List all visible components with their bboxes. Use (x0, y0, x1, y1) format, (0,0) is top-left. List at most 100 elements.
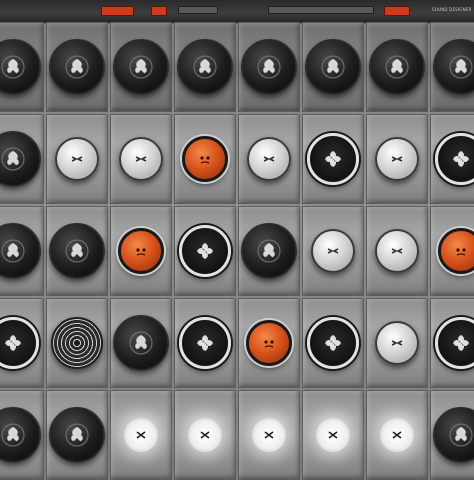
knob-tile (238, 206, 300, 296)
black-knob[interactable] (49, 407, 105, 463)
black-knob[interactable] (177, 39, 233, 95)
white-knob[interactable] (316, 418, 350, 452)
knob-tile (366, 390, 428, 480)
black-knob-glyph-icon (320, 54, 346, 80)
ringed-knob[interactable] (307, 133, 359, 185)
black-knob-glyph-icon (0, 54, 26, 80)
knob-tile (238, 298, 300, 388)
knob-tile (302, 390, 364, 480)
black-knob[interactable] (0, 223, 41, 279)
orange-knob[interactable] (118, 228, 164, 274)
knob-tile (302, 22, 364, 112)
black-knob-glyph-icon (256, 54, 282, 80)
silver-knob-glyph-icon (387, 241, 407, 261)
ringed-knob[interactable] (179, 225, 231, 277)
knob-tile (174, 298, 236, 388)
white-knob[interactable] (252, 418, 286, 452)
black-knob-glyph-icon (64, 422, 90, 448)
knob-tile (174, 114, 236, 204)
orange-knob-glyph-icon (451, 241, 471, 261)
ringed-knob[interactable] (435, 317, 474, 369)
white-knob-glyph-icon (134, 428, 148, 442)
black-knob-glyph-icon (192, 54, 218, 80)
ringed-knob-glyph-icon (449, 147, 473, 171)
black-knob[interactable] (241, 223, 297, 279)
knob-tile (110, 114, 172, 204)
ringed-knob[interactable] (179, 317, 231, 369)
knob-tile (110, 22, 172, 112)
knob-tile (46, 206, 108, 296)
black-knob-glyph-icon (128, 330, 154, 356)
black-knob[interactable] (49, 39, 105, 95)
knob-tile (46, 390, 108, 480)
black-knob-glyph-icon (256, 238, 282, 264)
white-knob-glyph-icon (390, 428, 404, 442)
orange-knob-glyph-icon (195, 149, 215, 169)
black-knob[interactable] (113, 315, 169, 371)
knob-tile (110, 206, 172, 296)
black-knob[interactable] (241, 39, 297, 95)
knob-tile (238, 390, 300, 480)
knob-tile (366, 114, 428, 204)
knob-tile (46, 22, 108, 112)
silver-knob[interactable] (375, 229, 419, 273)
knob-tile (302, 114, 364, 204)
status-indicator-2 (151, 6, 167, 16)
knob-tile (0, 298, 44, 388)
white-knob[interactable] (188, 418, 222, 452)
ringed-knob[interactable] (435, 133, 474, 185)
black-knob-glyph-icon (64, 54, 90, 80)
white-knob[interactable] (380, 418, 414, 452)
black-knob[interactable] (49, 223, 105, 279)
black-knob[interactable] (369, 39, 425, 95)
knob-tile (302, 298, 364, 388)
silver-knob-glyph-icon (259, 149, 279, 169)
spiral-knob[interactable] (51, 317, 103, 369)
silver-knob-glyph-icon (387, 333, 407, 353)
white-knob-glyph-icon (262, 428, 276, 442)
orange-knob[interactable] (438, 228, 474, 274)
spiral-knob-glyph-icon (72, 338, 82, 348)
silver-knob[interactable] (311, 229, 355, 273)
black-knob[interactable] (0, 131, 41, 187)
silver-knob[interactable] (375, 137, 419, 181)
silver-knob-glyph-icon (387, 149, 407, 169)
silver-knob[interactable] (119, 137, 163, 181)
silver-knob-glyph-icon (323, 241, 343, 261)
white-knob-glyph-icon (198, 428, 212, 442)
knob-tile (174, 206, 236, 296)
toolbar-slot-2 (268, 6, 374, 14)
orange-knob[interactable] (246, 320, 292, 366)
black-knob[interactable] (113, 39, 169, 95)
silver-knob[interactable] (375, 321, 419, 365)
status-indicator-3 (384, 6, 410, 16)
silver-knob[interactable] (247, 137, 291, 181)
black-knob[interactable] (305, 39, 361, 95)
ringed-knob-glyph-icon (449, 331, 473, 355)
ringed-knob[interactable] (0, 317, 39, 369)
silver-knob-glyph-icon (67, 149, 87, 169)
black-knob-glyph-icon (128, 54, 154, 80)
knob-tile (46, 298, 108, 388)
silver-knob[interactable] (55, 137, 99, 181)
knob-tile (366, 206, 428, 296)
orange-knob[interactable] (182, 136, 228, 182)
ringed-knob-glyph-icon (193, 239, 217, 263)
black-knob[interactable] (433, 407, 474, 463)
knob-tile (302, 206, 364, 296)
knob-tile (0, 206, 44, 296)
knob-tile (110, 298, 172, 388)
black-knob[interactable] (0, 407, 41, 463)
knob-tile (366, 22, 428, 112)
knob-tile (0, 22, 44, 112)
black-knob[interactable] (0, 39, 41, 95)
ringed-knob-glyph-icon (321, 331, 345, 355)
white-knob[interactable] (124, 418, 158, 452)
black-knob-glyph-icon (0, 422, 26, 448)
knob-tile (46, 114, 108, 204)
knob-tile (366, 298, 428, 388)
knob-grid (0, 22, 474, 480)
knob-tile (174, 22, 236, 112)
black-knob[interactable] (433, 39, 474, 95)
ringed-knob[interactable] (307, 317, 359, 369)
